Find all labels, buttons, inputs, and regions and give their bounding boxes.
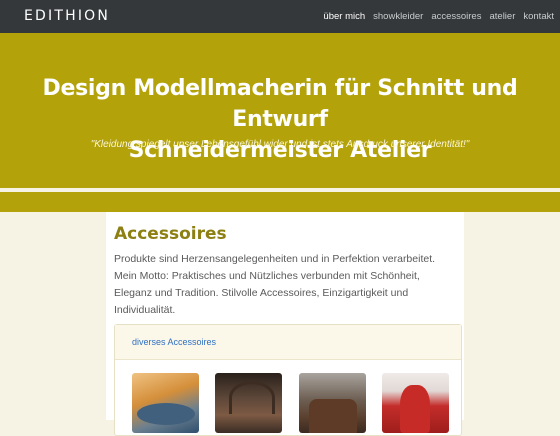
hero-title: Design Modellmacherin für Schnitt und En… [0, 73, 560, 166]
nav-link-showkleider[interactable]: showkleider [373, 11, 423, 22]
intro-line-2: Mein Motto: Praktisches und Nützliches v… [114, 270, 420, 282]
accessory-thumbnail-3[interactable] [299, 373, 366, 433]
diverses-accessoires-link[interactable]: diverses Accessoires [132, 337, 216, 347]
intro-text: Produkte sind Herzensangelegenheiten und… [114, 251, 454, 319]
content-card: Accessoires Produkte sind Herzensangeleg… [106, 212, 464, 436]
panel-header: diverses Accessoires [115, 325, 461, 360]
nav-link-kontakt[interactable]: kontakt [523, 11, 554, 22]
accessory-thumbnail-2[interactable] [215, 373, 282, 433]
accessory-thumbnail-4[interactable] [382, 373, 449, 433]
brand-logo[interactable]: EDITHION [24, 8, 110, 24]
intro-line-3: Eleganz und Tradition. Stilvolle Accesso… [114, 287, 409, 299]
section-heading: Accessoires [114, 224, 227, 244]
intro-line-4: Individualität. [114, 304, 176, 316]
nav-link-accessoires[interactable]: accessoires [431, 11, 481, 22]
hero-stripe [0, 192, 560, 212]
navbar: EDITHION über mich showkleider accessoir… [0, 0, 560, 33]
hero-banner: Design Modellmacherin für Schnitt und En… [0, 33, 560, 188]
intro-line-1: Produkte sind Herzensangelegenheiten und… [114, 253, 436, 265]
hero-title-line-1: Design Modellmacherin für Schnitt und En… [42, 76, 518, 132]
nav-link-atelier[interactable]: atelier [489, 11, 515, 22]
hero-quote: "Kleidung spiegelt unser Lebensgefühl wi… [90, 139, 470, 150]
accessory-thumbnail-1[interactable] [132, 373, 199, 433]
nav-link-ueber-mich[interactable]: über mich [323, 11, 365, 22]
nav-links: über mich showkleider accessoires atelie… [323, 11, 554, 22]
accessories-panel: diverses Accessoires [114, 324, 462, 436]
